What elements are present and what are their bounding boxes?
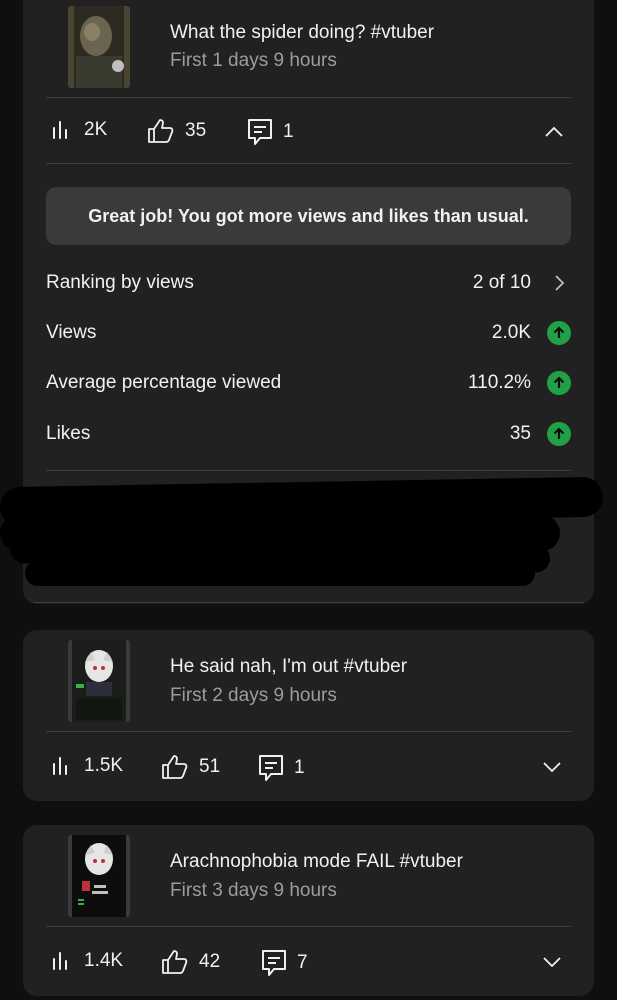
up-arrow-icon [547,422,571,446]
divider [46,97,571,98]
comments-stat: 1 [247,118,294,146]
divider [46,163,571,164]
row-value: 110.2% [467,372,531,393]
performance-banner: Great job! You got more views and likes … [46,187,571,245]
views-stat: 1.5K [50,754,123,778]
comments-stat: 1 [258,754,305,782]
bar-chart-icon [53,952,67,970]
divider [33,602,584,603]
thumbs-up-icon [162,755,188,779]
thumbs-up-icon [148,119,174,143]
row-value: 35 [509,423,531,444]
comments-count: 7 [297,952,308,973]
comments-stat: 7 [261,949,308,977]
row-value: 2 of 10 [472,272,531,293]
views-stat: 2K [50,118,107,142]
chevron-down-icon[interactable] [540,755,564,779]
video-age: First 3 days 9 hours [170,880,337,901]
bar-chart-icon [53,757,67,775]
divider [46,926,571,927]
video-thumbnail[interactable] [68,6,130,88]
video-card: He said nah, I'm out #vtuber First 2 day… [23,630,594,801]
likes-stat: 35 [147,118,206,144]
divider [46,731,571,732]
chevron-up-icon[interactable] [542,120,566,144]
video-card: Arachnophobia mode FAIL #vtuber First 3 … [23,825,594,996]
video-title[interactable]: He said nah, I'm out #vtuber [170,656,407,678]
up-arrow-icon [547,321,571,345]
likes-count: 42 [199,951,221,972]
views-count: 2K [84,119,108,140]
row-label: Likes [46,423,91,444]
comments-count: 1 [283,121,294,142]
redaction-mark [25,560,535,586]
chevron-right-icon[interactable] [547,274,571,292]
chevron-down-icon[interactable] [540,950,564,974]
row-label: Ranking by views [46,272,194,293]
banner-text: Great job! You got more views and likes … [88,205,529,226]
divider [46,470,571,471]
up-arrow-icon [547,371,571,395]
likes-stat: 42 [161,949,220,975]
row-value: 2.0K [491,322,531,343]
avg-viewed-row: Average percentage viewed 110.2% [46,368,571,398]
comment-icon [248,119,272,145]
video-title[interactable]: What the spider doing? #vtuber [170,22,434,44]
likes-count: 51 [199,756,221,777]
video-age: First 2 days 9 hours [170,685,337,706]
thumbs-up-icon [162,950,188,974]
row-label: Average percentage viewed [46,372,282,393]
views-stat: 1.4K [50,949,123,973]
likes-stat: 51 [161,754,220,780]
comment-icon [262,950,286,976]
ranking-row[interactable]: Ranking by views 2 of 10 [46,268,571,298]
comments-count: 1 [294,757,305,778]
video-thumbnail[interactable] [68,640,130,722]
row-label: Views [46,322,97,343]
views-count: 1.4K [84,950,124,971]
likes-count: 35 [185,120,207,141]
video-age: First 1 days 9 hours [170,50,337,71]
bar-chart-icon [53,121,67,139]
views-count: 1.5K [84,755,124,776]
video-title[interactable]: Arachnophobia mode FAIL #vtuber [170,851,463,873]
video-thumbnail[interactable] [68,835,130,917]
likes-row: Likes 35 [46,419,571,449]
views-row: Views 2.0K [46,318,571,348]
comment-icon [259,755,283,781]
